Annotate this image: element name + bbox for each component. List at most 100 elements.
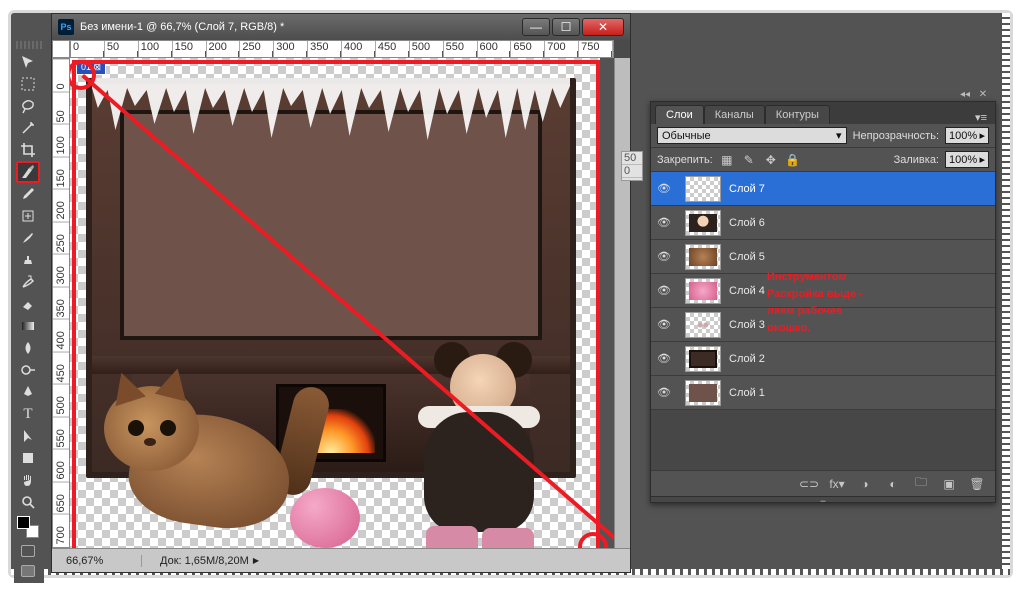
visibility-toggle-icon[interactable]: 👁 — [651, 216, 677, 229]
visibility-toggle-icon[interactable]: 👁 — [651, 182, 677, 195]
new-layer-icon[interactable]: ▣ — [941, 476, 957, 492]
layer-row[interactable]: 👁 Слой 5 — [651, 240, 995, 274]
marquee-tool-icon[interactable] — [16, 73, 40, 95]
crop-tool-icon[interactable] — [16, 139, 40, 161]
zoom-value[interactable]: 66,67% — [52, 555, 142, 567]
scrollbar-vertical[interactable] — [614, 58, 630, 548]
eyedropper-tool-icon[interactable] — [16, 183, 40, 205]
shape-tool-icon[interactable] — [16, 447, 40, 469]
fill-input[interactable]: 100%▸ — [945, 151, 989, 168]
eraser-tool-icon[interactable] — [16, 293, 40, 315]
ruler-tick: 600 — [53, 449, 69, 482]
ruler-tick: 650 — [511, 41, 545, 57]
artwork-cat — [100, 376, 310, 548]
clone-stamp-tool-icon[interactable] — [16, 249, 40, 271]
ruler-tick: 300 — [274, 41, 308, 57]
color-swatch[interactable] — [16, 513, 40, 541]
quickmask-toggle[interactable] — [16, 541, 40, 561]
maximize-button[interactable]: ☐ — [552, 18, 580, 36]
ruler-horizontal[interactable]: 0501001502002503003504004505005506006507… — [70, 40, 614, 58]
layer-name[interactable]: Слой 4 — [729, 285, 765, 297]
tab-layers[interactable]: Слои — [655, 105, 704, 124]
brush-tool-icon[interactable] — [16, 227, 40, 249]
document-window: Ps Без имени-1 @ 66,7% (Слой 7, RGB/8) *… — [51, 13, 631, 573]
gradient-tool-icon[interactable] — [16, 315, 40, 337]
adjustment-layer-icon[interactable]: ◐ — [885, 476, 901, 492]
visibility-toggle-icon[interactable]: 👁 — [651, 284, 677, 297]
docsize-label: Док: 1,65M/8,20M — [142, 555, 249, 567]
lock-position-icon[interactable]: ✥ — [763, 152, 779, 168]
hand-tool-icon[interactable] — [16, 469, 40, 491]
layer-name[interactable]: Слой 7 — [729, 183, 765, 195]
ruler-vertical[interactable]: 0501001502002503003504004505005506006507… — [52, 58, 70, 548]
minimize-button[interactable]: — — [522, 18, 550, 36]
layer-row[interactable]: 👁 Слой 6 — [651, 206, 995, 240]
lock-transparency-icon[interactable]: ▦ — [719, 152, 735, 168]
panel-resize-grip[interactable]: ━ — [651, 496, 995, 502]
slice-tool-icon[interactable] — [16, 161, 40, 183]
type-tool-icon[interactable]: T — [16, 403, 40, 425]
path-select-tool-icon[interactable] — [16, 425, 40, 447]
artwork-doll — [378, 342, 578, 548]
layer-row[interactable]: 👁 Слой 7 — [651, 172, 995, 206]
layer-thumbnail[interactable] — [685, 244, 721, 270]
panel-dock: ◂◂ ✕ — [650, 89, 996, 101]
toolbox-grip[interactable] — [16, 41, 42, 49]
layer-group-icon[interactable]: 🗀 — [913, 476, 929, 492]
blend-mode-select[interactable]: Обычные ▾ — [657, 127, 847, 144]
layer-thumbnail[interactable] — [685, 278, 721, 304]
ruler-tick: 400 — [53, 319, 69, 352]
layer-name[interactable]: Слой 1 — [729, 387, 765, 399]
panel-collapse-icon[interactable]: ◂◂ — [958, 89, 972, 99]
layer-row[interactable]: 👁 Слой 3 — [651, 308, 995, 342]
status-menu-icon[interactable]: ▶ — [253, 556, 259, 565]
layer-row[interactable]: 👁 Слой 4 — [651, 274, 995, 308]
move-tool-icon[interactable] — [16, 51, 40, 73]
healing-brush-tool-icon[interactable] — [16, 205, 40, 227]
lock-all-icon[interactable]: 🔒 — [785, 152, 801, 168]
layer-thumbnail[interactable] — [685, 312, 721, 338]
history-brush-tool-icon[interactable] — [16, 271, 40, 293]
link-layers-icon[interactable]: ⊂⊃ — [801, 476, 817, 492]
layer-name[interactable]: Слой 6 — [729, 217, 765, 229]
layer-name[interactable]: Слой 3 — [729, 319, 765, 331]
layer-name[interactable]: Слой 2 — [729, 353, 765, 365]
panel-close-icon[interactable]: ✕ — [976, 89, 990, 99]
zoom-tool-icon[interactable] — [16, 491, 40, 513]
layer-row[interactable]: 👁 Слой 1 — [651, 376, 995, 410]
layer-thumbnail[interactable] — [685, 346, 721, 372]
pen-tool-icon[interactable] — [16, 381, 40, 403]
ruler-origin[interactable] — [52, 40, 70, 58]
blur-tool-icon[interactable] — [16, 337, 40, 359]
screenmode-toggle[interactable] — [16, 561, 40, 581]
layer-thumbnail[interactable] — [685, 176, 721, 202]
canvas-viewport[interactable]: 01 ⊠ — [70, 58, 614, 548]
dodge-tool-icon[interactable] — [16, 359, 40, 381]
tab-channels[interactable]: Каналы — [704, 105, 765, 124]
panel-menu-icon[interactable]: ▾≡ — [967, 111, 995, 124]
lock-pixels-icon[interactable]: ✎ — [741, 152, 757, 168]
ruler-tick: 150 — [53, 157, 69, 190]
ruler-tick: 50 — [53, 92, 69, 125]
layer-thumbnail[interactable] — [685, 210, 721, 236]
visibility-toggle-icon[interactable]: 👁 — [651, 352, 677, 365]
lasso-tool-icon[interactable] — [16, 95, 40, 117]
layer-mask-icon[interactable]: ◑ — [857, 476, 873, 492]
layer-row[interactable]: 👁 Слой 2 — [651, 342, 995, 376]
tab-paths[interactable]: Контуры — [765, 105, 830, 124]
visibility-toggle-icon[interactable]: 👁 — [651, 318, 677, 331]
canvas[interactable]: 01 ⊠ — [70, 58, 600, 548]
titlebar[interactable]: Ps Без имени-1 @ 66,7% (Слой 7, RGB/8) *… — [52, 14, 630, 40]
layer-thumbnail[interactable] — [685, 380, 721, 406]
slice-badge[interactable]: 01 ⊠ — [76, 60, 106, 75]
opacity-input[interactable]: 100%▸ — [945, 127, 989, 144]
ruler-tick: 0 — [71, 41, 105, 57]
layer-fx-icon[interactable]: fx▾ — [829, 476, 845, 492]
visibility-toggle-icon[interactable]: 👁 — [651, 386, 677, 399]
layers-empty-area[interactable] — [651, 410, 995, 470]
layer-name[interactable]: Слой 5 — [729, 251, 765, 263]
magic-wand-tool-icon[interactable] — [16, 117, 40, 139]
delete-layer-icon[interactable]: 🗑 — [969, 476, 985, 492]
close-button[interactable]: ✕ — [582, 18, 624, 36]
visibility-toggle-icon[interactable]: 👁 — [651, 250, 677, 263]
